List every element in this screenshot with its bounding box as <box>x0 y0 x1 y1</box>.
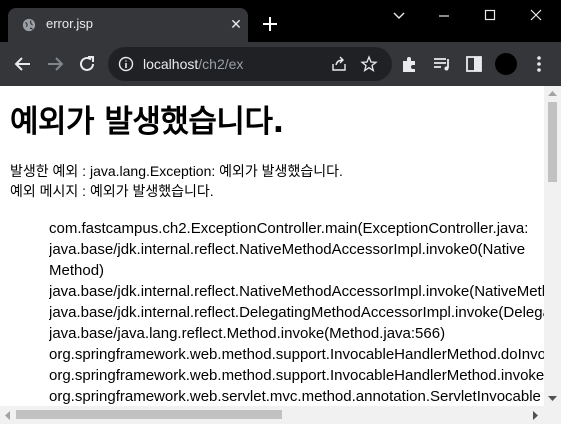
list-item: 2.java.base/jdk.internal.reflect.NativeM… <box>49 239 544 260</box>
list-item-text: com.fastcampus.ch2.ExceptionController.m… <box>49 220 529 237</box>
list-item: 1.com.fastcampus.ch2.ExceptionController… <box>49 218 544 239</box>
scroll-up-icon[interactable] <box>548 90 557 97</box>
side-panel-icon[interactable] <box>463 53 485 75</box>
list-item: 3.java.base/jdk.internal.reflect.NativeM… <box>49 281 544 302</box>
more-menu-icon[interactable] <box>528 53 550 75</box>
page-heading: 예외가 발생했습니다. <box>10 104 284 140</box>
tab-search-chevron-icon[interactable] <box>387 6 411 26</box>
site-info-icon[interactable] <box>118 56 134 72</box>
horizontal-scrollbar[interactable] <box>0 406 561 424</box>
vertical-scrollbar[interactable] <box>544 86 561 406</box>
page-content: 예외가 발생했습니다. 발생한 예외 : java.lang.Exception… <box>0 86 544 406</box>
list-item-text: Method) <box>49 262 105 279</box>
bookmark-star-icon[interactable] <box>360 55 378 73</box>
list-item: 8.org.springframework.web.servlet.mvc.me… <box>49 386 544 406</box>
list-item: 7.org.springframework.web.method.support… <box>49 365 544 386</box>
list-item: 6.org.springframework.web.method.support… <box>49 344 544 365</box>
tab-title: error.jsp <box>46 16 93 31</box>
url-text[interactable]: localhost/ch2/ex <box>143 56 243 72</box>
globe-icon <box>22 18 36 32</box>
maximize-icon[interactable] <box>478 6 502 26</box>
close-window-icon[interactable] <box>524 6 548 26</box>
stack-trace-list: 1.com.fastcampus.ch2.ExceptionController… <box>49 218 544 406</box>
list-item-text: java.base/jdk.internal.reflect.NativeMet… <box>49 283 544 300</box>
list-item-text: org.springframework.web.method.support.I… <box>49 367 544 384</box>
list-item: 5.java.base/java.lang.reflect.Method.inv… <box>49 323 544 344</box>
reading-list-icon[interactable] <box>431 53 453 75</box>
profile-avatar[interactable] <box>495 53 517 75</box>
vertical-scroll-thumb[interactable] <box>548 102 557 182</box>
list-item-text: org.springframework.web.method.support.I… <box>49 346 544 363</box>
url-path: /ch2/ex <box>198 56 244 72</box>
list-item-text: java.base/jdk.internal.reflect.NativeMet… <box>49 241 526 258</box>
exception-line: 발생한 예외 : java.lang.Exception: 예외가 발생했습니다… <box>10 163 343 179</box>
address-bar[interactable]: localhost/ch2/ex <box>108 47 392 81</box>
scroll-down-icon[interactable] <box>548 395 557 402</box>
list-item: 4.java.base/jdk.internal.reflect.Delegat… <box>49 302 544 323</box>
reload-icon[interactable] <box>76 53 98 75</box>
new-tab-icon[interactable] <box>260 14 280 34</box>
scroll-left-icon[interactable] <box>4 411 11 420</box>
list-item-text: org.springframework.web.servlet.mvc.meth… <box>49 388 541 405</box>
list-item-text: java.base/java.lang.reflect.Method.invok… <box>49 325 446 342</box>
scroll-right-icon[interactable] <box>532 411 539 420</box>
browser-tab[interactable]: error.jsp ✕ <box>8 8 248 42</box>
browser-toolbar: localhost/ch2/ex <box>0 42 561 86</box>
list-item: Method) <box>49 260 544 281</box>
url-host: localhost <box>143 56 199 72</box>
back-arrow-icon[interactable] <box>12 53 34 75</box>
list-item-text: java.base/jdk.internal.reflect.Delegatin… <box>49 304 544 321</box>
tab-close-icon[interactable]: ✕ <box>228 17 244 33</box>
share-icon[interactable] <box>330 55 348 73</box>
horizontal-scroll-thumb[interactable] <box>16 410 282 419</box>
forward-arrow-icon[interactable] <box>44 53 66 75</box>
minimize-icon[interactable] <box>432 6 456 26</box>
title-bar: error.jsp ✕ <box>0 0 561 42</box>
extensions-puzzle-icon[interactable] <box>399 53 421 75</box>
message-line: 예외 메시지 : 예외가 발생했습니다. <box>10 183 214 199</box>
